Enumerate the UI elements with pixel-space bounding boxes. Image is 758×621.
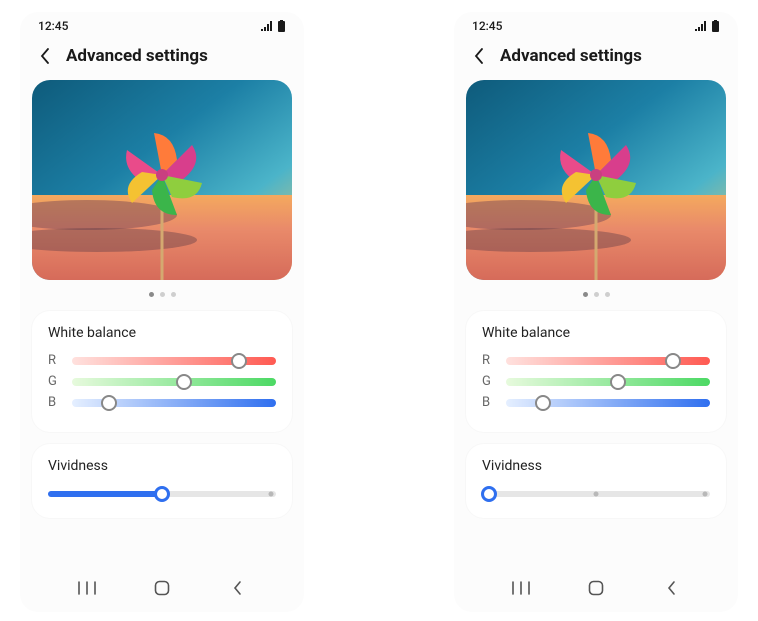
wb-thumb-g[interactable] <box>610 374 626 390</box>
wb-slider-g[interactable] <box>506 378 710 386</box>
status-icons <box>261 20 286 32</box>
dot-0[interactable] <box>583 292 588 297</box>
home-icon <box>154 580 170 596</box>
dot-1[interactable] <box>594 292 599 297</box>
back-button[interactable] <box>36 47 54 65</box>
vividness-tick-0 <box>594 492 599 497</box>
wb-label-b: B <box>482 395 496 410</box>
vividness-card: Vividness <box>32 444 292 518</box>
wb-label-r: R <box>482 353 496 368</box>
nav-home[interactable] <box>584 576 608 600</box>
dot-0[interactable] <box>149 292 154 297</box>
wb-thumb-g[interactable] <box>176 374 192 390</box>
dot-2[interactable] <box>605 292 610 297</box>
status-icons <box>695 20 720 32</box>
nav-back-icon <box>232 580 242 596</box>
wb-thumb-b[interactable] <box>101 395 117 411</box>
page-title: Advanced settings <box>500 46 642 66</box>
nav-recents[interactable] <box>75 576 99 600</box>
chevron-left-icon <box>474 48 484 64</box>
nav-bar <box>454 568 738 612</box>
wb-row-r: R <box>48 353 276 368</box>
vividness-fill <box>48 491 162 497</box>
phone-left: 12:45 Advanced settings <box>20 12 304 612</box>
status-bar: 12:45 <box>20 12 304 40</box>
vividness-tick-1 <box>703 492 708 497</box>
wb-slider-r[interactable] <box>506 357 710 365</box>
preview-image[interactable] <box>466 80 726 280</box>
white-balance-card: White balance R G B <box>32 311 292 432</box>
wb-label-r: R <box>48 353 62 368</box>
wb-row-g: G <box>482 374 710 389</box>
wb-thumb-r[interactable] <box>231 353 247 369</box>
nav-bar <box>20 568 304 612</box>
wb-slider-r[interactable] <box>72 357 276 365</box>
battery-icon <box>277 20 286 32</box>
wb-label-b: B <box>48 395 62 410</box>
wb-thumb-r[interactable] <box>665 353 681 369</box>
vividness-thumb[interactable] <box>481 486 497 502</box>
vividness-slider[interactable] <box>48 486 276 502</box>
dot-1[interactable] <box>160 292 165 297</box>
wb-row-r: R <box>482 353 710 368</box>
signal-icon <box>695 21 707 31</box>
header: Advanced settings <box>454 40 738 80</box>
vividness-card: Vividness <box>466 444 726 518</box>
battery-icon <box>711 20 720 32</box>
header: Advanced settings <box>20 40 304 80</box>
back-button[interactable] <box>470 47 488 65</box>
wb-slider-b[interactable] <box>506 399 710 407</box>
wb-label-g: G <box>48 374 62 389</box>
wb-label-g: G <box>482 374 496 389</box>
signal-icon <box>261 21 273 31</box>
recents-icon <box>512 581 530 595</box>
preview-image[interactable] <box>32 80 292 280</box>
vividness-title: Vividness <box>48 458 276 474</box>
carousel-dots <box>454 280 738 311</box>
carousel-dots <box>20 280 304 311</box>
recents-icon <box>78 581 96 595</box>
vividness-slider[interactable] <box>482 486 710 502</box>
dot-2[interactable] <box>171 292 176 297</box>
status-time: 12:45 <box>472 19 502 33</box>
page-title: Advanced settings <box>66 46 208 66</box>
nav-back[interactable] <box>225 576 249 600</box>
chevron-left-icon <box>40 48 50 64</box>
status-bar: 12:45 <box>454 12 738 40</box>
vividness-tick-1 <box>269 492 274 497</box>
wb-row-b: B <box>482 395 710 410</box>
wb-thumb-b[interactable] <box>535 395 551 411</box>
nav-back[interactable] <box>659 576 683 600</box>
nav-recents[interactable] <box>509 576 533 600</box>
phone-right: 12:45 Advanced settings <box>454 12 738 612</box>
wb-slider-g[interactable] <box>72 378 276 386</box>
nav-back-icon <box>666 580 676 596</box>
vividness-title: Vividness <box>482 458 710 474</box>
wb-row-g: G <box>48 374 276 389</box>
vividness-thumb[interactable] <box>154 486 170 502</box>
status-time: 12:45 <box>38 19 68 33</box>
nav-home[interactable] <box>150 576 174 600</box>
wb-row-b: B <box>48 395 276 410</box>
wb-slider-b[interactable] <box>72 399 276 407</box>
home-icon <box>588 580 604 596</box>
white-balance-card: White balance R G B <box>466 311 726 432</box>
white-balance-title: White balance <box>482 325 710 341</box>
white-balance-title: White balance <box>48 325 276 341</box>
